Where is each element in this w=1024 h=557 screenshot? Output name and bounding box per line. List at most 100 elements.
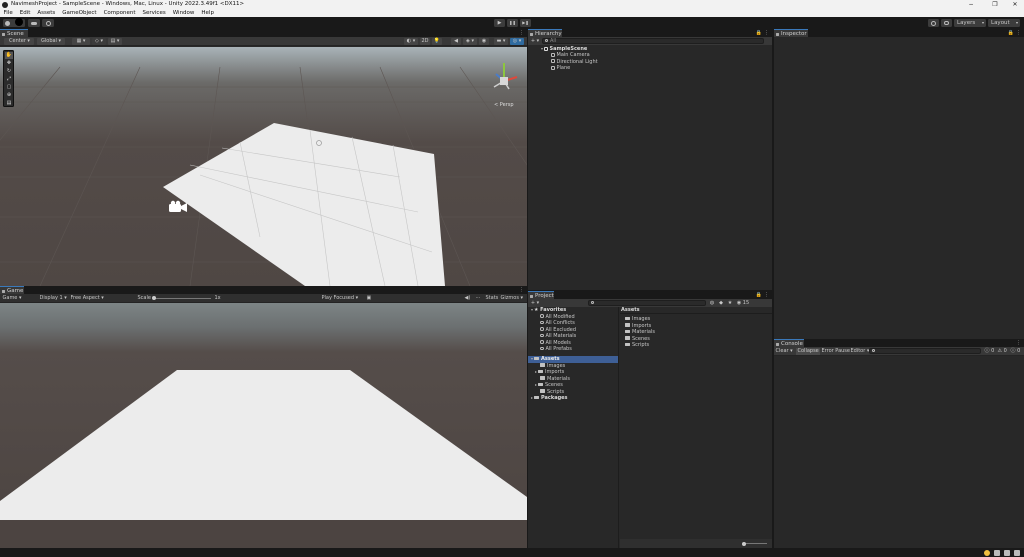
scale-slider-thumb[interactable] [152,296,156,300]
hierarchy-search-input[interactable]: All [542,38,764,44]
cache-icon[interactable] [1004,549,1010,556]
aspect-dropdown[interactable]: Free Aspect ▾ [69,295,105,302]
gizmos-dropdown[interactable]: ◎ ▾ [510,38,524,45]
tab-hierarchy[interactable]: Hierarchy [528,29,562,37]
scale-slider[interactable] [152,296,211,300]
draw-mode-dropdown[interactable]: ◐ ▾ [404,38,418,45]
space-label: Global [41,38,57,44]
project-breadcrumb[interactable]: Assets [620,307,772,314]
gizmos-toggle[interactable]: Gizmos ▾ [499,295,525,302]
console-panel-menu-icon[interactable]: ⋮ [1016,339,1021,347]
tab-project[interactable]: Project [528,291,554,299]
game-settings-icon[interactable]: ⋯ [474,295,482,302]
favorite-search-icon[interactable]: ★ [726,300,734,307]
search-by-label-icon[interactable]: ◆ [717,300,725,307]
frame-debugger-icon[interactable]: ▣ [365,295,373,302]
grid-visibility-button[interactable]: ▤ ▾ [108,38,122,45]
rotate-tool-icon[interactable]: ↻ [5,68,13,75]
play-focused-dropdown[interactable]: Play Focused ▾ [320,295,360,302]
project-content: Assets Images Imports Materials Scenes S… [620,307,772,548]
lightbulb-icon[interactable] [984,549,990,556]
error-toggle[interactable]: ⓘ 0 [1009,348,1022,355]
project-add-button[interactable]: + ▾ [530,300,540,307]
persp-label[interactable]: < Persp [494,102,514,108]
scene-panel-menu-icon[interactable]: ⋮ [519,29,524,37]
pause-button[interactable]: ❚❚ [507,19,518,27]
grid-snap-button[interactable]: ▦ ▾ [72,38,90,45]
tool-palette: ✋ ✥ ↻ ⤢ ▢ ⊕ ▤ [3,50,14,107]
space-mode-dropdown[interactable]: Global ▾ [37,38,65,45]
close-button[interactable]: ✕ [1008,0,1022,9]
hidden-objects-toggle[interactable]: ◉ [479,38,489,45]
lock-icon[interactable]: 🔒 [756,29,762,37]
transform-tool-icon[interactable]: ⊕ [5,92,13,99]
menu-assets[interactable]: Assets [34,9,59,17]
minimize-button[interactable]: − [964,0,978,9]
hierarchy-add-button[interactable]: + ▾ [530,38,540,45]
layout-dropdown[interactable]: Layout ▾ [988,19,1020,27]
inspector-panel-menu-icon[interactable]: ⋮ [1016,29,1021,37]
step-button[interactable]: ▶❚ [520,19,531,27]
hidden-packages-toggle[interactable]: ◉ 15 [736,300,750,307]
custom-tool-icon[interactable]: ▤ [5,100,13,107]
search-by-type-icon[interactable]: ◍ [708,300,716,307]
error-pause-toggle[interactable]: Error Pause [820,348,851,355]
menu-services[interactable]: Services [139,9,169,17]
icon-size-slider-thumb[interactable] [742,541,746,546]
lighting-toggle[interactable]: 💡 [432,38,442,45]
tab-game[interactable]: Game [0,286,24,294]
favorite-item[interactable]: All Prefabs [528,346,618,353]
clear-button[interactable]: Clear ▾ [774,348,794,355]
console-search-input[interactable] [869,348,981,354]
snap-increment-button[interactable]: ◇ ▾ [92,38,106,45]
audio-toggle[interactable]: ◀ [451,38,461,45]
warning-toggle[interactable]: ⚠ 0 [996,348,1008,355]
fx-dropdown[interactable]: ◈ ▾ [463,38,477,45]
account-button[interactable] [3,18,25,27]
game-viewport[interactable] [0,303,527,548]
tab-scene[interactable]: Scene [0,29,28,37]
mute-audio-icon[interactable]: ◀) [463,295,472,302]
scene-viewport[interactable]: < Persp ✋ ✥ ↻ ⤢ ▢ ⊕ ▤ [0,47,527,286]
hierarchy-panel-menu-icon[interactable]: ⋮ [764,29,769,37]
project-panel-menu-icon[interactable]: ⋮ [764,291,769,299]
maximize-button[interactable]: ❐ [988,0,1002,9]
move-tool-icon[interactable]: ✥ [5,60,13,67]
debug-mode-icon[interactable] [1014,549,1020,556]
editor-dropdown[interactable]: Editor ▾ [849,348,871,355]
asset-list-item[interactable]: Scripts [620,342,772,349]
layers-dropdown[interactable]: Layers ▾ [954,19,986,27]
menu-gameobject[interactable]: GameObject [59,9,100,17]
menu-window[interactable]: Window [169,9,198,17]
stats-button[interactable]: Stats [484,295,500,302]
collab-button[interactable] [42,19,54,27]
packages-row[interactable]: ▸ Packages [528,395,618,402]
scale-tool-icon[interactable]: ⤢ [5,76,13,83]
game-mode-dropdown[interactable]: Game ▾ [1,295,23,302]
game-panel-menu-icon[interactable]: ⋮ [519,286,524,294]
menu-help[interactable]: Help [198,9,218,17]
camera-settings-dropdown[interactable]: ▬ ▾ [494,38,508,45]
toggle-2d-button[interactable]: 2D [420,38,430,45]
lock-icon[interactable]: 🔒 [756,291,762,299]
menu-edit[interactable]: Edit [16,9,34,17]
undo-history-button[interactable] [928,19,939,27]
menu-component[interactable]: Component [100,9,139,17]
log-toggle[interactable]: ⓘ 0 [983,348,996,355]
lock-icon[interactable]: 🔒 [1008,29,1014,37]
pivot-mode-dropdown[interactable]: Center ▾ [4,38,34,45]
search-button[interactable] [941,19,952,27]
menu-file[interactable]: File [0,9,16,17]
tab-inspector[interactable]: Inspector [774,29,808,37]
display-dropdown[interactable]: Display 1 ▾ [38,295,68,302]
collapse-toggle[interactable]: Collapse [796,348,821,355]
hand-tool-icon[interactable]: ✋ [5,52,13,59]
progress-icon[interactable] [994,549,1000,556]
icon-size-slider[interactable] [742,541,767,546]
play-button[interactable]: ▶ [494,19,505,27]
hierarchy-item[interactable]: Plane [528,65,772,72]
project-search-input[interactable] [588,300,706,306]
cloud-button[interactable] [28,19,40,27]
rect-tool-icon[interactable]: ▢ [5,84,13,91]
tab-console[interactable]: Console [774,339,804,347]
